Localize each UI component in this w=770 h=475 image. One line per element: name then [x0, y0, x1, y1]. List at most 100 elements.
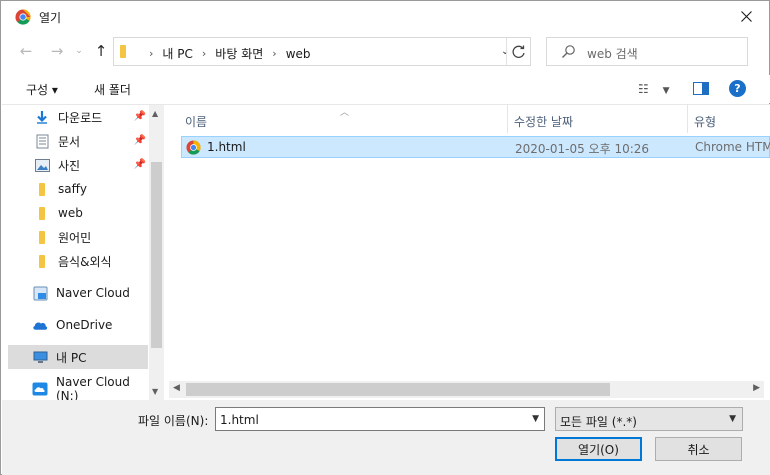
filename-label: 파일 이름(N):	[138, 414, 209, 428]
new-folder-button[interactable]: 새 폴더	[94, 81, 131, 98]
nav-item-pictures[interactable]: 사진 📌	[8, 153, 148, 177]
up-arrow-icon: ↑	[94, 42, 108, 60]
nav-item-label: 음식&외식	[58, 254, 112, 269]
nav-item-food[interactable]: 음식&외식	[8, 249, 148, 273]
download-icon	[34, 109, 50, 125]
back-button[interactable]: ←	[14, 38, 38, 64]
cancel-button[interactable]: 취소	[655, 437, 742, 461]
pc-icon	[32, 349, 48, 365]
column-separator[interactable]	[507, 105, 508, 133]
search-icon	[562, 45, 575, 58]
scroll-up-icon[interactable]: ▲	[152, 109, 158, 118]
scroll-thumb[interactable]	[186, 383, 610, 396]
naver-cloud-icon	[32, 285, 48, 301]
scroll-right-icon[interactable]: ▶	[753, 383, 760, 393]
nav-item-label: 내 PC	[56, 350, 87, 365]
title-bar: 열기	[1, 1, 769, 32]
navigation-pane: 다운로드 📌 문서 📌 사진 📌 saffy web 원어민 음식&외식 Nav…	[2, 104, 164, 403]
chevron-down-icon: ▼	[662, 86, 670, 96]
organize-button[interactable]: 구성 ▾	[26, 81, 58, 98]
view-options-button[interactable]: ☷ ▼	[638, 82, 670, 96]
horizontal-scrollbar[interactable]: ◀ ▶	[169, 381, 764, 398]
open-file-dialog: 열기 ← → ⌄ ↑ › 내 PC › 바탕 화면 › web ⌄	[0, 0, 770, 475]
nav-item-native-speaker[interactable]: 원어민	[8, 225, 148, 249]
breadcrumb-item[interactable]: 내 PC	[162, 45, 192, 62]
folder-icon	[34, 229, 50, 245]
chrome-icon	[186, 140, 201, 155]
pin-icon: 📌	[133, 111, 146, 122]
chevron-down-icon: ⌄	[75, 46, 83, 56]
nav-item-naver-cloud-drive[interactable]: Naver Cloud (N:)	[8, 375, 148, 403]
close-icon	[740, 11, 752, 22]
scroll-left-icon[interactable]: ◀	[173, 383, 180, 393]
nav-item-web[interactable]: web	[8, 201, 148, 225]
folder-icon	[34, 253, 50, 269]
file-modified: 2020-01-05 오후 10:26	[515, 142, 650, 156]
onedrive-icon	[32, 317, 48, 333]
filter-value: 모든 파일 (*.*)	[560, 415, 637, 429]
preview-pane-icon[interactable]	[693, 82, 709, 95]
nav-item-documents[interactable]: 문서 📌	[8, 129, 148, 153]
pin-icon: 📌	[133, 135, 146, 146]
nav-item-label: 원어민	[58, 230, 92, 245]
nav-item-label: 문서	[58, 134, 81, 149]
search-box[interactable]: web 검색	[546, 37, 748, 66]
cancel-button-label: 취소	[687, 442, 710, 457]
chevron-down-icon[interactable]: ▼	[532, 414, 539, 424]
naver-cloud-drive-icon	[32, 381, 48, 397]
breadcrumb-item[interactable]: 바탕 화면	[215, 45, 263, 62]
open-button-label: 열기(O)	[578, 442, 619, 457]
up-button[interactable]: ↑	[89, 38, 113, 64]
nav-item-downloads[interactable]: 다운로드 📌	[8, 105, 148, 129]
scroll-thumb[interactable]	[151, 162, 162, 348]
address-bar[interactable]: › 내 PC › 바탕 화면 › web ⌄	[113, 37, 531, 66]
nav-item-label: 사진	[58, 158, 81, 173]
search-placeholder: web 검색	[587, 47, 638, 61]
nav-item-naver-cloud[interactable]: Naver Cloud	[8, 281, 148, 305]
chrome-icon	[15, 9, 31, 25]
document-icon	[34, 133, 50, 149]
file-type: Chrome HTML Document	[695, 140, 770, 154]
pin-icon: 📌	[133, 159, 146, 170]
nav-item-label: saffy	[58, 182, 87, 196]
pictures-icon	[34, 157, 50, 173]
scroll-down-icon[interactable]: ▼	[152, 387, 158, 396]
recent-locations-button[interactable]: ⌄	[67, 38, 91, 64]
file-type-filter[interactable]: 모든 파일 (*.*) ▼	[555, 407, 743, 431]
chevron-right-icon: ›	[201, 47, 207, 60]
chevron-down-icon: ▼	[729, 414, 736, 424]
close-button[interactable]	[723, 1, 769, 32]
breadcrumb-item[interactable]: web	[286, 47, 311, 61]
column-header-modified[interactable]: 수정한 날짜	[514, 108, 573, 134]
help-button[interactable]: ?	[729, 80, 746, 97]
column-header-name[interactable]: 이름	[185, 108, 207, 134]
sort-ascending-icon: ︿	[340, 108, 350, 118]
chevron-right-icon: ›	[272, 47, 277, 60]
nav-item-label: Naver Cloud (N:)	[56, 375, 130, 403]
forward-button[interactable]: →	[45, 38, 69, 64]
window-title: 열기	[39, 11, 62, 25]
breadcrumb: › 내 PC › 바탕 화면 › web	[140, 45, 311, 62]
details-view-icon: ☷	[638, 82, 649, 96]
nav-item-onedrive[interactable]: OneDrive	[8, 313, 148, 337]
forward-arrow-icon: →	[50, 42, 64, 60]
nav-item-label: OneDrive	[56, 318, 113, 332]
folder-icon	[34, 205, 50, 221]
nav-scrollbar[interactable]: ▲ ▼	[149, 105, 164, 401]
open-button[interactable]: 열기(O)	[555, 437, 642, 461]
nav-item-label: Naver Cloud	[56, 286, 130, 300]
refresh-icon[interactable]	[510, 44, 528, 60]
nav-item-this-pc[interactable]: 내 PC	[8, 345, 148, 369]
chevron-right-icon: ›	[149, 47, 154, 60]
nav-item-label: web	[58, 206, 83, 220]
nav-item-label: 다운로드	[58, 110, 103, 125]
divider	[506, 38, 507, 65]
column-header-type[interactable]: 유형	[694, 108, 716, 134]
nav-item-saffy[interactable]: saffy	[8, 177, 148, 201]
filename-input[interactable]: 1.html ▼	[215, 407, 545, 431]
file-name: 1.html	[207, 140, 246, 154]
filename-value: 1.html	[220, 413, 259, 427]
column-separator[interactable]	[687, 105, 688, 133]
table-row[interactable]: 1.html 2020-01-05 오후 10:26 Chrome HTML D…	[181, 136, 770, 158]
bottom-panel: 파일 이름(N): 1.html ▼ 모든 파일 (*.*) ▼ 열기(O) 취…	[2, 400, 770, 475]
